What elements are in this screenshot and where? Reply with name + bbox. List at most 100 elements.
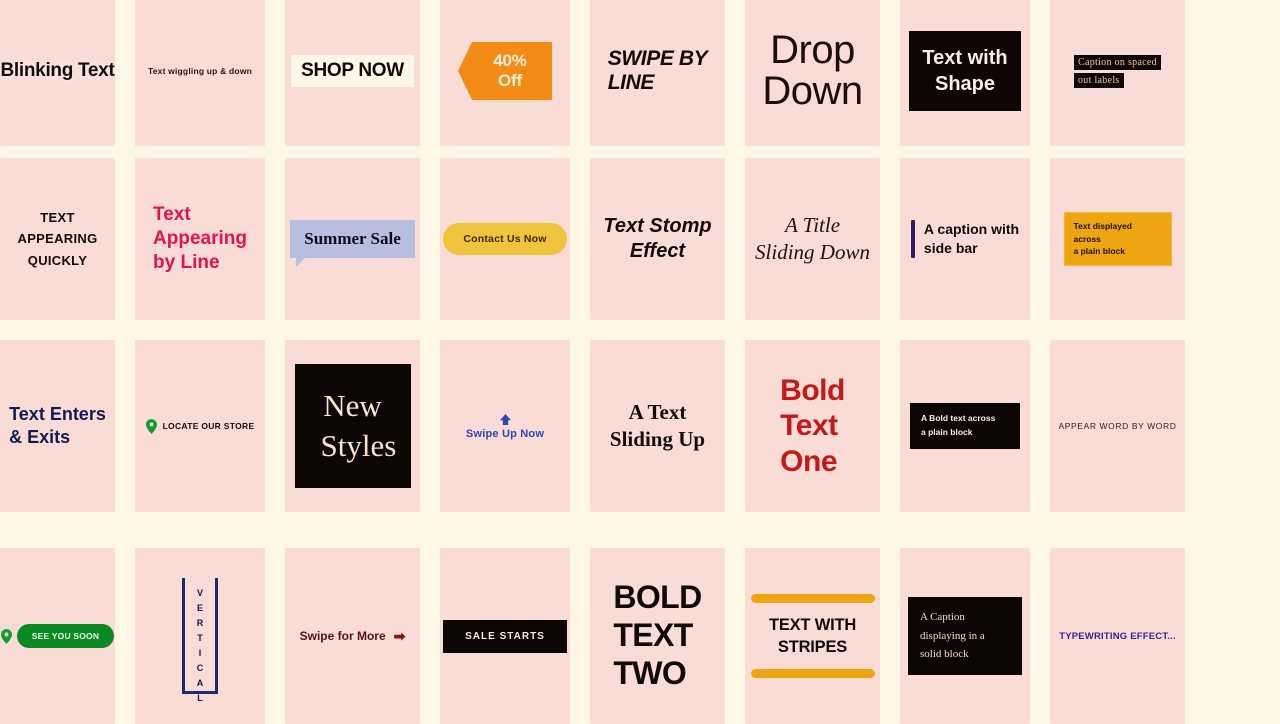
grid-cell-text-enters-exits[interactable]: Text Enters & Exits	[0, 340, 135, 532]
card-vertical-text[interactable]: VERTICAL	[135, 548, 265, 724]
grid-cell-see-you-soon[interactable]: SEE YOU SOON	[0, 532, 135, 724]
bold-one-row-1: Bold	[780, 373, 845, 407]
card-text-sliding-up[interactable]: A Text Sliding Up	[590, 340, 725, 512]
card-drop-down[interactable]: Drop Down	[745, 0, 880, 146]
solid-block-row-1: A Caption	[920, 610, 965, 623]
drop-down-row-1: Drop	[770, 28, 855, 73]
grid-cell-locate-our-store[interactable]: LOCATE OUR STORE	[135, 340, 285, 532]
card-title-sliding-down[interactable]: A Title Sliding Down	[745, 158, 880, 320]
card-blinking-text[interactable]: Blinking Text	[0, 0, 115, 146]
grid-cell-text-appearing-quickly[interactable]: TEXT APPEARING QUICKLY	[0, 158, 135, 340]
grid-cell-blinking-text[interactable]: Blinking Text	[0, 0, 135, 158]
grid-cell-percent-off[interactable]: 40% Off	[440, 0, 590, 158]
grid-cell-text-wiggling[interactable]: Text wiggling up & down	[135, 0, 285, 158]
bold-two-row-3: TWO	[613, 654, 687, 691]
grid-cell-spaced-out-labels[interactable]: Caption on spaced out labels	[1050, 0, 1205, 158]
grid-cell-swipe-for-more[interactable]: Swipe for More ➡	[285, 532, 440, 724]
card-text-enters-exits[interactable]: Text Enters & Exits	[0, 340, 115, 512]
card-caption-solid-block[interactable]: A Caption displaying in a solid block	[900, 548, 1030, 724]
grid-cell-summer-sale[interactable]: Summer Sale	[285, 158, 440, 340]
text-with-stripes-label: TEXT WITH STRIPES	[769, 614, 856, 659]
arrow-right-icon: ➡	[393, 627, 406, 644]
text-with-shape-row-2: Shape	[934, 73, 996, 95]
sidebar-cap-row-2: side bar	[923, 240, 978, 256]
grid-cell-contact-us-now[interactable]: Contact Us Now	[440, 158, 590, 340]
slideup-row-1: A Text	[628, 399, 687, 424]
summer-sale-bubble: Summer Sale	[290, 220, 415, 267]
grid-cell-bold-text-two[interactable]: BOLD TEXT TWO	[590, 532, 745, 724]
grid-cell-text-sliding-up[interactable]: A Text Sliding Up	[590, 340, 745, 532]
stripe-bottom	[750, 669, 875, 679]
grid-cell-new-styles[interactable]: New Styles	[285, 340, 440, 532]
slidedown-row-2: Sliding Down	[755, 240, 870, 264]
text-appearing-quickly-label: TEXT APPEARING QUICKLY	[18, 207, 98, 271]
card-summer-sale[interactable]: Summer Sale	[285, 158, 420, 320]
shop-now-label: SHOP NOW	[291, 55, 414, 87]
caption-with-side-bar-label: A caption with side bar	[924, 220, 1019, 258]
solid-block-row-2: displaying in a	[920, 629, 985, 642]
grid-cell-appear-word-by-word[interactable]: APPEAR WORD BY WORD	[1050, 340, 1205, 532]
swipe-up-now-label: Swipe Up Now	[465, 427, 545, 440]
grid-cell-bold-text-one[interactable]: Bold Text One	[745, 340, 900, 532]
swipe-up-now-group: Swipe Up Now	[466, 413, 544, 440]
byline-row-1: Text	[153, 203, 191, 225]
bold-text-plain-block-label: A Bold text across a plain block	[910, 403, 1020, 449]
card-bold-text-plain-block[interactable]: A Bold text across a plain block	[900, 340, 1030, 512]
plain-block-row-1: Text displayed across	[1073, 220, 1132, 244]
grid-cell-bold-text-plain-block[interactable]: A Bold text across a plain block	[900, 340, 1050, 532]
bold-one-row-2: Text	[780, 409, 838, 443]
plain-block-row-2: a plain block	[1073, 246, 1126, 257]
bold-two-row-2: TEXT	[613, 617, 693, 654]
card-text-plain-block[interactable]: Text displayed across a plain block	[1050, 158, 1185, 320]
drop-down-label: Drop Down	[762, 28, 863, 112]
card-new-styles[interactable]: New Styles	[285, 340, 420, 512]
grid-cell-swipe-by-line[interactable]: SWIPE BY LINE	[590, 0, 745, 158]
card-caption-with-side-bar[interactable]: A caption with side bar	[900, 158, 1030, 320]
card-text-wiggling[interactable]: Text wiggling up & down	[135, 0, 265, 146]
bold-text-two-label: BOLD TEXT TWO	[613, 579, 702, 692]
byline-row-2: Appearing	[153, 227, 247, 249]
grid-cell-drop-down[interactable]: Drop Down	[745, 0, 900, 158]
grid-cell-typewriting-effect[interactable]: TYPEWRITING EFFECT...	[1050, 532, 1205, 724]
grid-cell-text-with-shape[interactable]: Text with Shape	[900, 0, 1050, 158]
card-text-stomp-effect[interactable]: Text Stomp Effect	[590, 158, 725, 320]
grid-cell-swipe-up-now[interactable]: Swipe Up Now	[440, 340, 590, 532]
card-sale-starts[interactable]: SALE STARTS	[440, 548, 570, 724]
card-contact-us-now[interactable]: Contact Us Now	[440, 158, 570, 320]
card-see-you-soon[interactable]: SEE YOU SOON	[0, 548, 115, 724]
grid-cell-caption-solid-block[interactable]: A Caption displaying in a solid block	[900, 532, 1050, 724]
grid-cell-caption-with-side-bar[interactable]: A caption with side bar	[900, 158, 1050, 340]
grid-cell-text-appearing-by-line[interactable]: Text Appearing by Line	[135, 158, 285, 340]
grid-cell-text-stomp-effect[interactable]: Text Stomp Effect	[590, 158, 745, 340]
card-bold-text-two[interactable]: BOLD TEXT TWO	[590, 548, 725, 724]
quickly-row-2: APPEARING	[17, 231, 98, 247]
card-text-appearing-by-line[interactable]: Text Appearing by Line	[135, 158, 265, 320]
locate-our-store-group: LOCATE OUR STORE	[145, 418, 255, 434]
grid-cell-vertical-text[interactable]: VERTICAL	[135, 532, 285, 724]
swipe-by-line-row-1: SWIPE BY	[607, 47, 708, 71]
enters-row-2: & Exits	[9, 427, 71, 447]
card-bold-text-one[interactable]: Bold Text One	[745, 340, 880, 512]
card-percent-off[interactable]: 40% Off	[440, 0, 570, 146]
card-text-with-shape[interactable]: Text with Shape	[900, 0, 1030, 146]
text-plain-block-label: Text displayed across a plain block	[1063, 211, 1172, 267]
card-swipe-up-now[interactable]: Swipe Up Now	[440, 340, 570, 512]
card-text-appearing-quickly[interactable]: TEXT APPEARING QUICKLY	[0, 158, 115, 320]
card-spaced-out-labels[interactable]: Caption on spaced out labels	[1050, 0, 1185, 146]
card-appear-word-by-word[interactable]: APPEAR WORD BY WORD	[1050, 340, 1185, 512]
stomp-row-1: Text Stomp	[603, 215, 712, 237]
grid-cell-text-plain-block[interactable]: Text displayed across a plain block	[1050, 158, 1205, 340]
card-shop-now[interactable]: SHOP NOW	[285, 0, 420, 146]
card-swipe-for-more[interactable]: Swipe for More ➡	[285, 548, 420, 724]
grid-cell-title-sliding-down[interactable]: A Title Sliding Down	[745, 158, 900, 340]
card-swipe-by-line[interactable]: SWIPE BY LINE	[590, 0, 725, 146]
stomp-row-2: Effect	[629, 240, 686, 262]
grid-cell-sale-starts[interactable]: SALE STARTS	[440, 532, 590, 724]
card-locate-our-store[interactable]: LOCATE OUR STORE	[135, 340, 265, 512]
contact-us-now-button[interactable]: Contact Us Now	[443, 223, 567, 255]
see-you-soon-label[interactable]: SEE YOU SOON	[16, 624, 115, 648]
card-text-with-stripes[interactable]: TEXT WITH STRIPES	[745, 548, 880, 724]
grid-cell-text-with-stripes[interactable]: TEXT WITH STRIPES	[745, 532, 900, 724]
grid-cell-shop-now[interactable]: SHOP NOW	[285, 0, 440, 158]
card-typewriting-effect[interactable]: TYPEWRITING EFFECT...	[1050, 548, 1185, 724]
